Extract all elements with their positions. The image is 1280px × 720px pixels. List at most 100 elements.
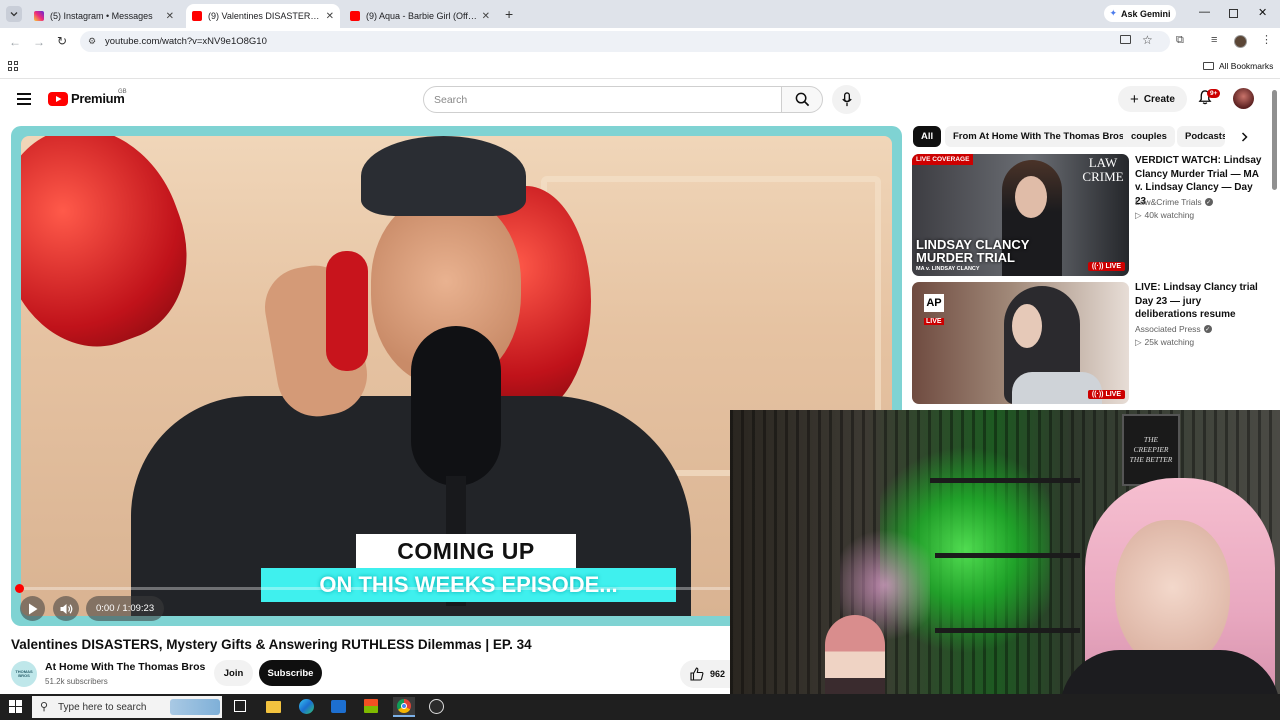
- cast-icon[interactable]: [1120, 35, 1131, 44]
- chip-from-channel[interactable]: From At Home With The Thomas Bros: [945, 126, 1133, 147]
- reading-list-icon[interactable]: ≡: [1211, 34, 1217, 46]
- shelf: [935, 553, 1080, 558]
- play-icon: [28, 603, 37, 614]
- search-icon: ⚲: [40, 701, 49, 713]
- ask-gemini-button[interactable]: ✦ Ask Gemini: [1104, 5, 1176, 22]
- watching-count: 25k watching: [1144, 337, 1195, 347]
- channel-avatar-text: THOMAS BROS: [15, 668, 33, 678]
- page-scrollbar[interactable]: [1272, 90, 1277, 190]
- live-label: LIVE: [1105, 263, 1121, 270]
- red-telephone-handset: [326, 251, 368, 371]
- join-button[interactable]: Join: [214, 660, 253, 686]
- profile-avatar[interactable]: [1234, 35, 1247, 48]
- chrome-icon[interactable]: [393, 697, 415, 717]
- url-text[interactable]: youtube.com/watch?v=xNV9e1O8G10: [105, 36, 267, 47]
- extensions-icon[interactable]: ⧉: [1176, 34, 1184, 47]
- channel-name[interactable]: At Home With The Thomas Bros: [45, 661, 205, 673]
- play-button[interactable]: [20, 596, 45, 621]
- volume-icon: [60, 603, 72, 614]
- reload-button[interactable]: ↻: [57, 34, 67, 48]
- new-tab-button[interactable]: +: [505, 6, 513, 22]
- tab-youtube-current[interactable]: (9) Valentines DISASTERS, Myst ✕: [186, 4, 340, 28]
- search-highlight-art: [170, 699, 220, 715]
- edge-icon[interactable]: [299, 699, 314, 714]
- overlay-caption-bottom: ON THIS WEEKS EPISODE...: [261, 568, 676, 602]
- recommendation-title[interactable]: LIVE: Lindsay Clancy trial Day 23 — jury…: [1135, 281, 1265, 322]
- start-button[interactable]: [9, 700, 22, 713]
- create-button[interactable]: + Create: [1118, 86, 1187, 112]
- region-code: GB: [118, 89, 127, 95]
- tab-instagram[interactable]: (5) Instagram • Messages ✕: [28, 4, 180, 28]
- search-button[interactable]: [781, 86, 823, 113]
- like-button[interactable]: 962: [680, 660, 730, 688]
- outlook-icon[interactable]: [331, 700, 346, 713]
- like-count: 962: [710, 669, 726, 679]
- instagram-icon: [34, 11, 44, 21]
- chip-couples[interactable]: couples: [1123, 126, 1175, 147]
- create-label: Create: [1143, 93, 1175, 105]
- subscriber-count: 51.2k subscribers: [45, 677, 108, 686]
- ask-gemini-label: Ask Gemini: [1121, 8, 1171, 19]
- tab-title: (9) Valentines DISASTERS, Myst: [208, 11, 322, 21]
- person-cap: [361, 136, 526, 216]
- verified-icon: ✓: [1203, 325, 1212, 333]
- thumb-face: [1012, 304, 1042, 348]
- close-tab-icon[interactable]: ✕: [482, 11, 490, 22]
- close-window-button[interactable]: ✕: [1258, 6, 1267, 19]
- chips-next-button[interactable]: [1236, 127, 1252, 147]
- recommendation-thumbnail[interactable]: AP LIVE ((·)) LIVE: [912, 282, 1129, 404]
- live-viewers-icon: ▷: [1135, 337, 1142, 347]
- task-view-icon[interactable]: [234, 700, 246, 712]
- recommendation-channel[interactable]: Law&Crime Trials ✓: [1135, 197, 1213, 207]
- thumbs-up-icon: [690, 667, 704, 681]
- streamer-face: [1115, 520, 1230, 670]
- subscribe-label: Subscribe: [267, 667, 314, 679]
- subscribe-button[interactable]: Subscribe: [259, 660, 322, 686]
- bookmark-star-icon[interactable]: ☆: [1142, 33, 1153, 47]
- store-icon[interactable]: [364, 699, 378, 713]
- live-badge: ((·)) LIVE: [1087, 390, 1125, 399]
- webcam-overlay: THE CREEPIER THE BETTER: [730, 410, 1280, 720]
- microphone-icon: [841, 92, 852, 107]
- minimize-button[interactable]: —: [1199, 6, 1210, 18]
- recommendation-channel[interactable]: Associated Press ✓: [1135, 324, 1212, 334]
- guide-menu-button[interactable]: [17, 93, 31, 105]
- live-viewers-icon: ▷: [1135, 210, 1142, 220]
- maximize-button[interactable]: [1229, 9, 1238, 18]
- browser-menu-icon[interactable]: ⋮: [1261, 33, 1272, 46]
- chip-podcasts[interactable]: Podcasts: [1177, 126, 1225, 147]
- thumb-headline: LINDSAY CLANCY MURDER TRIAL: [916, 237, 1030, 265]
- obs-icon[interactable]: [429, 699, 444, 714]
- close-tab-icon[interactable]: ✕: [166, 11, 174, 22]
- search-placeholder: Search: [434, 94, 468, 106]
- account-avatar[interactable]: [1233, 88, 1254, 109]
- youtube-premium-logo[interactable]: Premium: [48, 91, 125, 106]
- recommendation-thumbnail[interactable]: LIVE COVERAGE LAW CRIME LINDSAY CLANCY M…: [912, 154, 1129, 276]
- mute-button[interactable]: [53, 596, 79, 621]
- live-coverage-badge: LIVE COVERAGE: [912, 154, 974, 165]
- recommendation-meta: ▷ 40k watching: [1135, 210, 1194, 221]
- tab-search-button[interactable]: [6, 6, 22, 22]
- poster-text: THE CREEPIER THE BETTER: [1129, 435, 1173, 464]
- tab-youtube-barbie[interactable]: (9) Aqua - Barbie Girl (Official M ✕: [344, 4, 496, 28]
- progress-scrubber[interactable]: [15, 584, 24, 593]
- chip-all[interactable]: All: [913, 126, 942, 147]
- heart-balloon-left: [21, 136, 214, 371]
- taskbar-search[interactable]: ⚲ Type here to search: [32, 696, 222, 718]
- search-input[interactable]: Search: [423, 86, 782, 113]
- site-info-icon[interactable]: ⚙: [88, 36, 96, 47]
- all-bookmarks-button[interactable]: All Bookmarks: [1203, 61, 1273, 71]
- close-tab-icon[interactable]: ✕: [326, 11, 334, 22]
- youtube-icon: [350, 11, 360, 21]
- live-label: LIVE: [1105, 391, 1121, 398]
- apps-grid-icon[interactable]: [8, 61, 18, 71]
- taskbar-search-placeholder: Type here to search: [58, 701, 147, 713]
- forward-button[interactable]: →: [33, 35, 45, 49]
- channel-avatar[interactable]: THOMAS BROS: [11, 661, 37, 687]
- overlay-caption-top: COMING UP: [356, 534, 576, 568]
- back-button[interactable]: ←: [9, 35, 21, 49]
- live-badge: ((·)) LIVE: [1087, 262, 1125, 271]
- voice-search-button[interactable]: [832, 85, 861, 114]
- time-display: 0:00 / 1:09:23: [86, 596, 165, 621]
- file-explorer-icon[interactable]: [266, 701, 281, 713]
